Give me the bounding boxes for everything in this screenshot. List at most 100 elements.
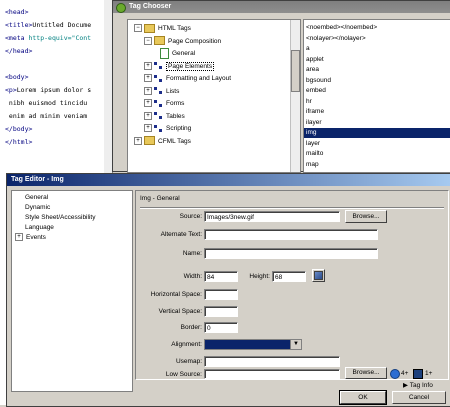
expand-icon[interactable]: + [144,61,152,70]
horizontal-space-input[interactable] [204,289,238,300]
category-list[interactable]: General Dynamic Style Sheet/Accessibility L… [11,190,133,392]
tag-list-item[interactable]: ilayer [304,118,450,128]
img-general-form: Img - General Source: Images/3new.gif Br… [135,190,449,380]
tree-item[interactable]: General [160,48,195,59]
tag-info-toggle[interactable]: ▶ Tag Info [403,381,433,389]
cancel-button[interactable]: Cancel [392,391,446,404]
code-line[interactable]: enim ad minim veniam [0,110,87,122]
reset-size-icon [314,271,323,280]
chevron-down-icon[interactable]: ▼ [290,340,301,349]
code-tag: </html> [5,138,33,146]
code-text: enim ad minim veniam [5,112,88,120]
tag-list-item[interactable]: img [304,128,450,138]
source-input[interactable]: Images/3new.gif [204,211,340,222]
expand-icon[interactable]: + [144,111,152,120]
tree-item[interactable]: + Forms [144,98,184,109]
tree-item[interactable]: − Page Composition [144,36,221,47]
tree-item[interactable]: + CFML Tags [134,136,191,147]
code-tag: <head> [5,8,29,16]
low-source-browse-button[interactable]: Browse... [345,367,387,379]
tag-list[interactable]: <noembed></noembed> <nolayer></nolayer> a a… [303,19,450,173]
code-line[interactable]: <meta http-equiv="Cont [0,32,91,44]
tag-list-item[interactable]: a [304,44,450,54]
code-line[interactable]: <p>Lorem ipsum dolor s [0,84,91,96]
folder-icon [154,36,165,46]
tree-item[interactable]: + Formatting and Layout [144,73,231,84]
category-item[interactable]: General [25,193,48,203]
tag-list-item[interactable]: area [304,65,450,75]
code-line[interactable]: </head> [0,45,32,57]
tag-list-item[interactable]: iframe [304,107,450,117]
tag-chooser-title: Tag Chooser [129,3,172,10]
code-attr: http-equiv="Cont [28,34,92,42]
tree-item[interactable]: + Tables [144,111,185,122]
tag-chooser-titlebar[interactable]: Tag Chooser [113,1,450,13]
code-text: Untitled Docume [32,21,92,29]
tree-item[interactable]: − HTML Tags [134,23,191,34]
reset-size-button[interactable] [312,269,325,282]
category-item[interactable]: Dynamic [25,203,50,213]
name-input[interactable] [204,248,378,259]
tree-scrollbar[interactable] [290,20,300,172]
code-tag: <body> [5,73,29,81]
category-item[interactable]: Language [25,223,54,233]
tag-list-item[interactable]: applet [304,55,450,65]
source-browse-button[interactable]: Browse... [345,210,387,223]
collapse-icon[interactable]: − [134,24,142,33]
folder-icon [144,23,155,33]
tag-category-tree[interactable]: − HTML Tags − Page Composition General + Page … [127,19,301,173]
tree-item[interactable]: + Page Elements [144,61,215,72]
alt-text-input[interactable] [204,229,378,240]
code-line[interactable] [0,58,5,70]
tag-list-item[interactable]: hr [304,97,450,107]
alt-text-label: Alternate Text: [160,231,202,238]
usemap-input[interactable] [204,356,340,367]
border-input[interactable]: 0 [204,322,238,333]
ns-version-label: 1+ [425,370,433,377]
code-line[interactable]: </html> [0,136,32,148]
tag-list-item[interactable]: <noembed></noembed> [304,23,450,33]
width-label: Width: [183,273,202,280]
alignment-select[interactable]: ▼ [204,339,302,350]
code-line[interactable]: nibh euismod tincidu [0,97,87,109]
expand-icon[interactable]: + [15,233,23,242]
category-label: Events [26,234,46,241]
folder-icon [144,136,155,146]
tag-list-item[interactable]: bgsound [304,76,450,86]
tag-list-item[interactable]: embed [304,86,450,96]
tag-chooser-window: Tag Chooser − HTML Tags − Page Composition G… [112,0,450,173]
tree-item[interactable]: + Scripting [144,123,191,134]
height-input[interactable]: 68 [272,271,306,282]
code-line[interactable]: </body> [0,123,32,135]
tree-item[interactable]: + Lists [144,86,179,97]
code-line[interactable]: <head> [0,6,28,18]
expand-icon[interactable]: + [144,86,152,95]
document-icon [160,48,169,59]
ok-button[interactable]: OK [339,390,387,405]
tag-editor-titlebar[interactable]: Tag Editor - Img [7,174,450,186]
name-label: Name: [182,250,202,257]
category-item[interactable]: Style Sheet/Accessibility [25,213,95,223]
code-line[interactable]: <body> [0,71,28,83]
tag-list-item[interactable]: map [304,160,450,170]
alignment-label: Alignment: [171,341,202,348]
tag-list-item[interactable]: mailto [304,149,450,159]
low-source-input[interactable] [204,369,340,379]
collapse-icon[interactable]: − [144,36,152,45]
expand-icon[interactable]: + [144,99,152,108]
tree-scroll-thumb[interactable] [291,50,300,92]
vertical-space-input[interactable] [204,306,238,317]
width-input[interactable]: 84 [204,271,238,282]
code-line[interactable]: <title>Untitled Docume [0,19,91,31]
tag-list-item[interactable]: <nolayer></nolayer> [304,34,450,44]
category-item[interactable]: + Events [15,233,46,243]
tree-item-label: Page Composition [168,37,222,45]
low-source-label: Low Source: [165,371,202,378]
expand-icon[interactable]: + [144,74,152,83]
tag-list-item[interactable]: layer [304,139,450,149]
source-label: Source: [179,213,202,220]
tree-item-label: Page Elements [166,61,215,71]
expand-icon[interactable]: + [134,136,142,145]
expand-icon[interactable]: + [144,124,152,133]
code-text: nibh euismod tincidu [5,99,88,107]
